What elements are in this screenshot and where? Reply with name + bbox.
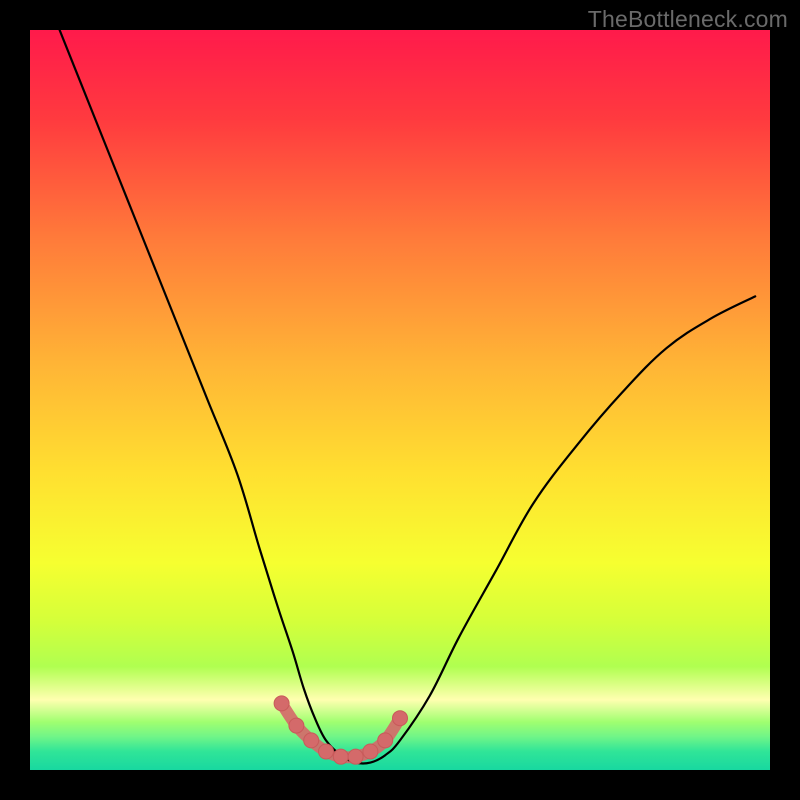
optimal-range-marker	[274, 696, 289, 711]
optimal-range-marker	[304, 733, 319, 748]
optimal-range-marker	[393, 711, 408, 726]
watermark-text: TheBottleneck.com	[588, 6, 788, 33]
bottleneck-curve	[60, 30, 756, 764]
optimal-range-marker	[289, 718, 304, 733]
optimal-range-marker	[333, 749, 348, 764]
curve-layer	[30, 30, 770, 770]
optimal-range-marker	[348, 749, 363, 764]
plot-area	[30, 30, 770, 770]
optimal-range-marker	[363, 744, 378, 759]
optimal-range-marker	[378, 733, 393, 748]
optimal-range-marker	[319, 744, 334, 759]
chart-frame: TheBottleneck.com	[0, 0, 800, 800]
